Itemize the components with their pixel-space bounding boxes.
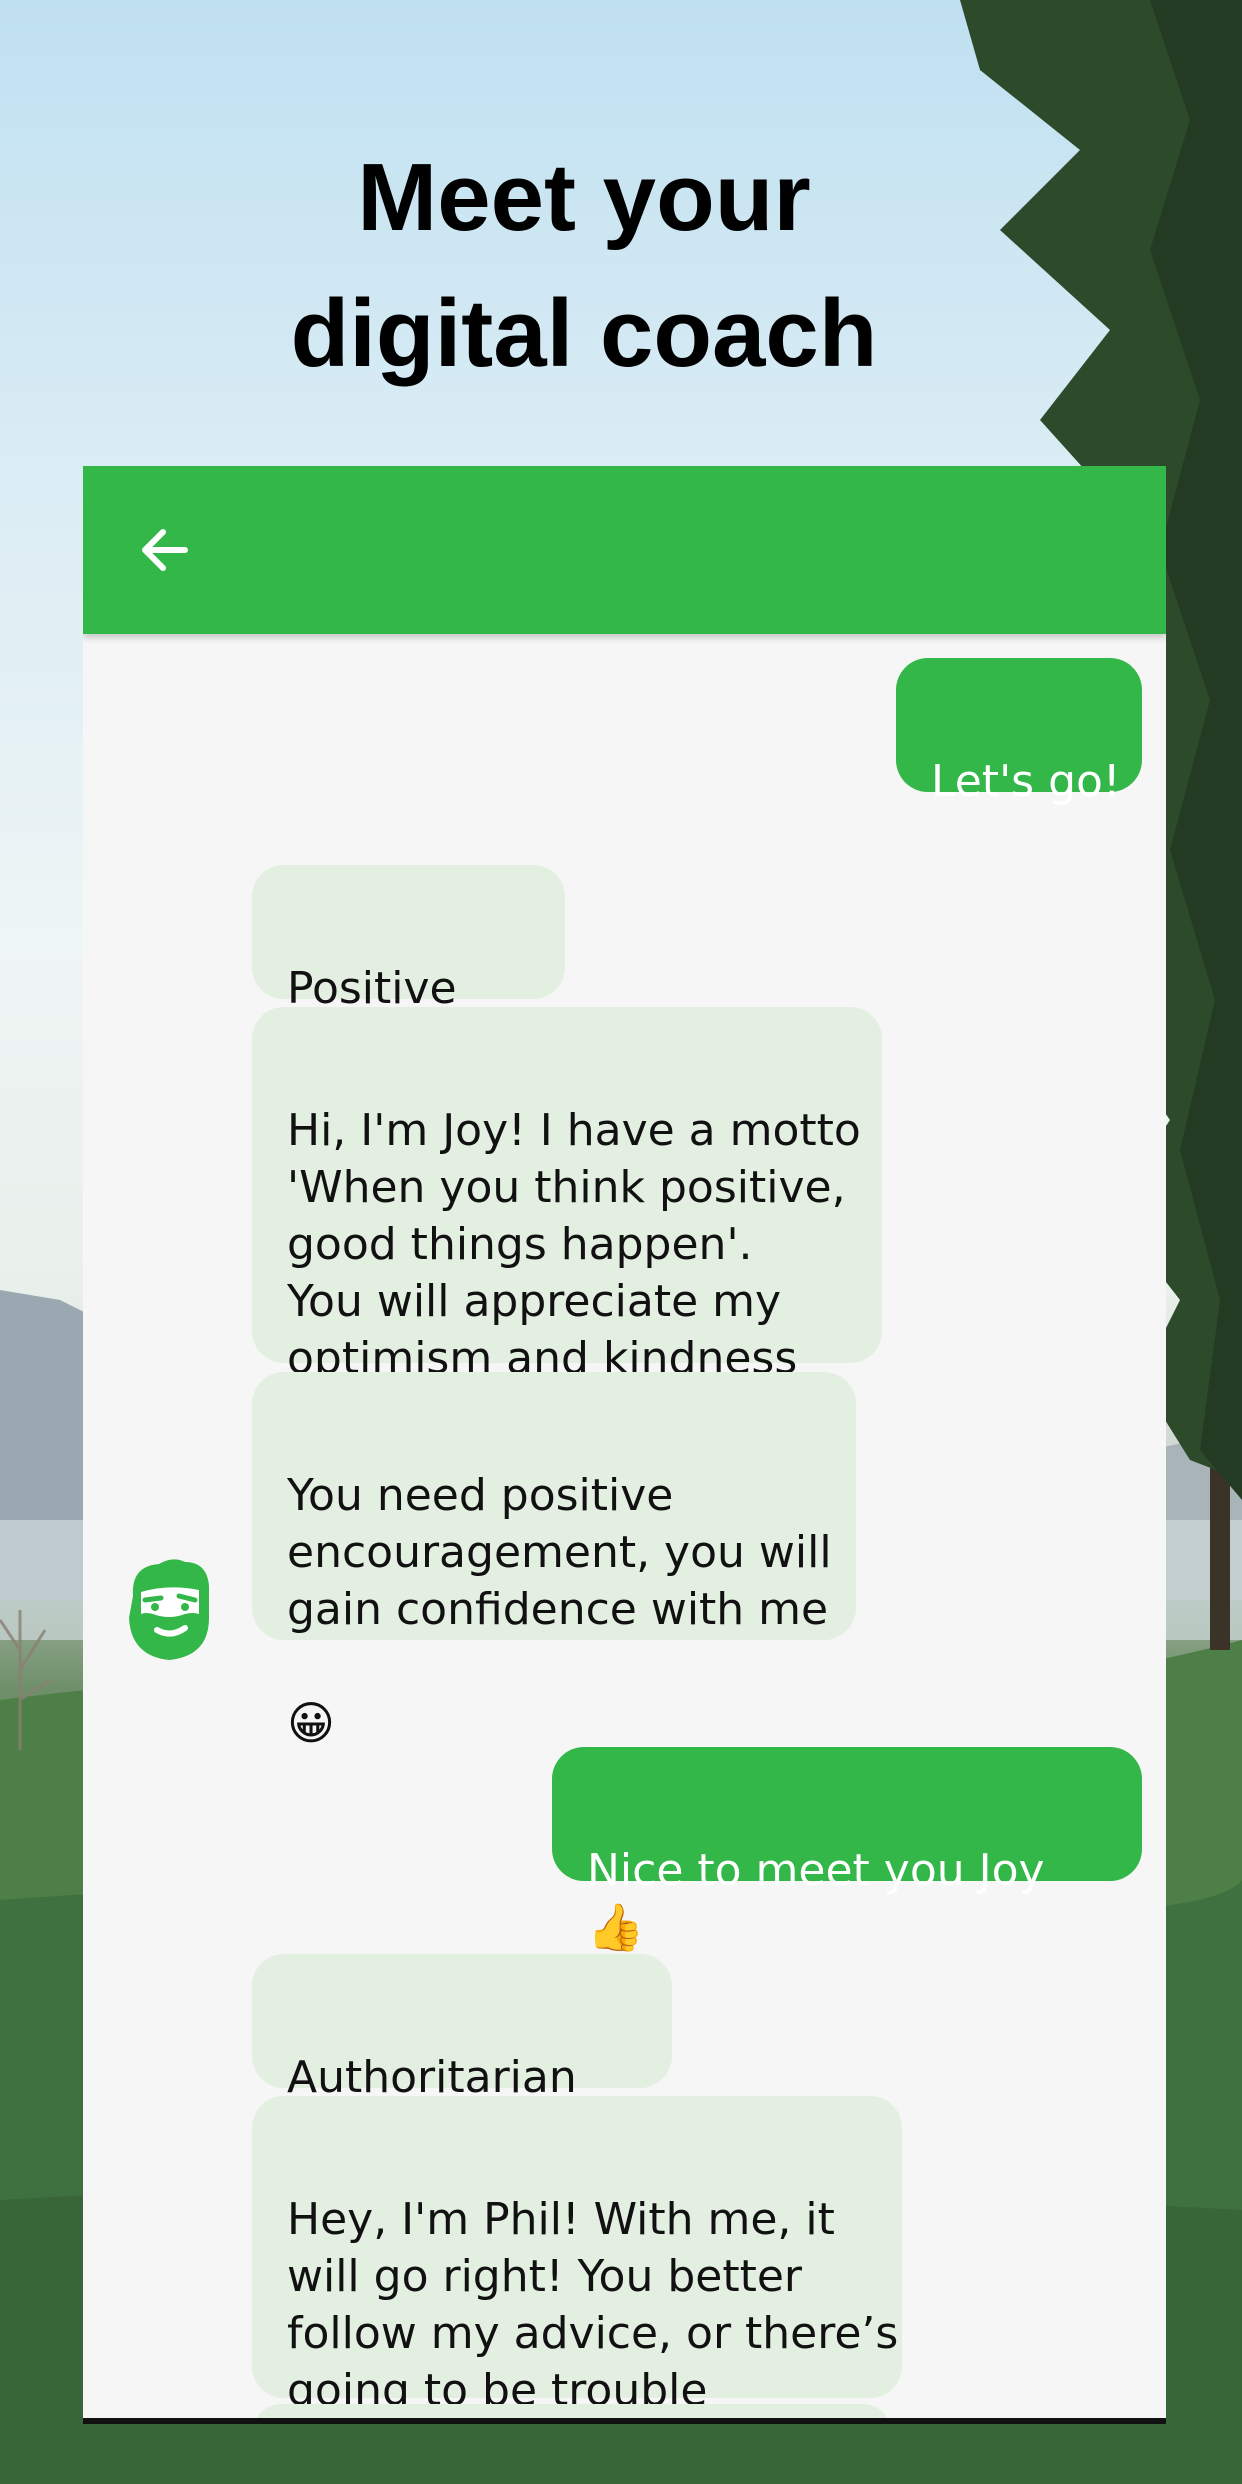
arrow-left-icon[interactable] [133, 518, 197, 582]
coach-message-bubble: You need positive encouragement, you wil… [252, 1372, 856, 1750]
grinning-face-emoji-icon: 😀 [287, 1696, 335, 1750]
coach-message-bubble: Positive 👇 [252, 865, 565, 1072]
thumbs-up-emoji-icon: 👍 [587, 1900, 645, 1954]
message-text: Hey, I'm Phil! With me, it will go right… [287, 2194, 899, 2416]
headline: Meet your digital coach [0, 130, 1168, 402]
user-message-bubble: Nice to meet you Joy 👍 [552, 1747, 1142, 1954]
coach-message-bubble: Hi, I'm Joy! I have a motto 'When you th… [252, 1007, 882, 1384]
coach-message-bubble-partial [252, 2404, 892, 2418]
chat-screen: Let's go! Positive 👇 Hi, I'm Joy! I have… [83, 466, 1166, 2424]
user-message-bubble: Let's go! [896, 658, 1142, 807]
message-text: You need positive encouragement, you wil… [287, 1470, 832, 1635]
coach-message-bubble: Hey, I'm Phil! With me, it will go right… [252, 2096, 902, 2416]
message-text: Let's go! [931, 756, 1121, 807]
headline-line-1: Meet your [357, 144, 811, 251]
app-bar [83, 466, 1166, 634]
headline-line-2: digital coach [290, 280, 878, 387]
message-text: Nice to meet you Joy [587, 1845, 1045, 1896]
coach-message-bubble: Authoritarian 👇 [252, 1954, 672, 2161]
message-text: Hi, I'm Joy! I have a motto 'When you th… [287, 1105, 861, 1384]
bearded-man-avatar-icon [129, 1559, 209, 1660]
